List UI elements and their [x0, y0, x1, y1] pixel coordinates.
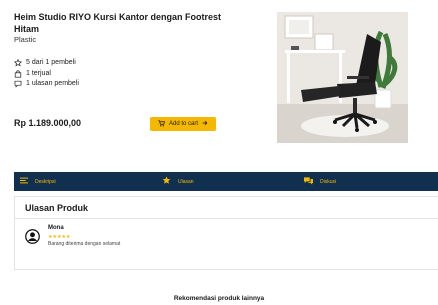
reviewer-name: Mona — [48, 225, 64, 231]
tab-deskripsi[interactable]: Deskripsi — [20, 177, 56, 186]
product-tabs: Deskripsi Ulasan Diskusi — [14, 172, 438, 191]
tab-ulasan-label: Ulasan — [178, 178, 194, 185]
avatar — [25, 229, 40, 244]
tab-diskusi-label: Diskusi — [320, 178, 337, 185]
tab-deskripsi-label: Deskripsi — [35, 178, 56, 185]
review-count-stat: 1 ulasan pembeli — [14, 79, 79, 90]
add-to-cart-label: Add to cart — [168, 121, 198, 127]
sold-stat: 1 terjual — [14, 69, 79, 80]
star-outline-icon — [14, 59, 22, 67]
review-stars: ★★★★★ — [48, 234, 71, 240]
product-material: Plastic — [14, 35, 37, 44]
tab-diskusi[interactable]: Diskusi — [304, 176, 337, 187]
shopping-bag-icon — [14, 70, 22, 78]
recommendations-heading: Rekomendasi produk lainnya — [173, 295, 265, 302]
product-stats: 5 dari 1 pembeli 1 terjual 1 ulasan pemb… — [14, 58, 79, 90]
rating-stat: 5 dari 1 pembeli — [14, 58, 79, 69]
reviews-heading: Ulasan Produk — [25, 203, 89, 213]
tab-ulasan[interactable]: Ulasan — [162, 176, 194, 187]
add-to-cart-button[interactable]: Add to cart — [150, 117, 216, 131]
review-text: Barang diterima dengan selamat — [48, 241, 121, 247]
review-count-stat-text: 1 ulasan pembeli — [26, 80, 79, 87]
list-icon — [20, 177, 28, 186]
product-price: Rp 1.189.000,00 — [14, 118, 82, 128]
chat-bubble-icon — [14, 80, 22, 88]
reviews-section: Ulasan Produk Mona ★★★★★ Barang diterima… — [14, 196, 438, 270]
rating-stat-text: 5 dari 1 pembeli — [26, 59, 76, 66]
product-title: Heim Studio RIYO Kursi Kantor dengan Foo… — [14, 12, 222, 34]
cart-icon — [158, 119, 166, 129]
product-image[interactable] — [277, 12, 408, 143]
sold-stat-text: 1 terjual — [26, 69, 51, 77]
chat-icon — [304, 176, 313, 187]
star-icon — [162, 176, 171, 187]
reviews-divider — [15, 218, 438, 219]
arrow-right-icon — [202, 120, 208, 128]
